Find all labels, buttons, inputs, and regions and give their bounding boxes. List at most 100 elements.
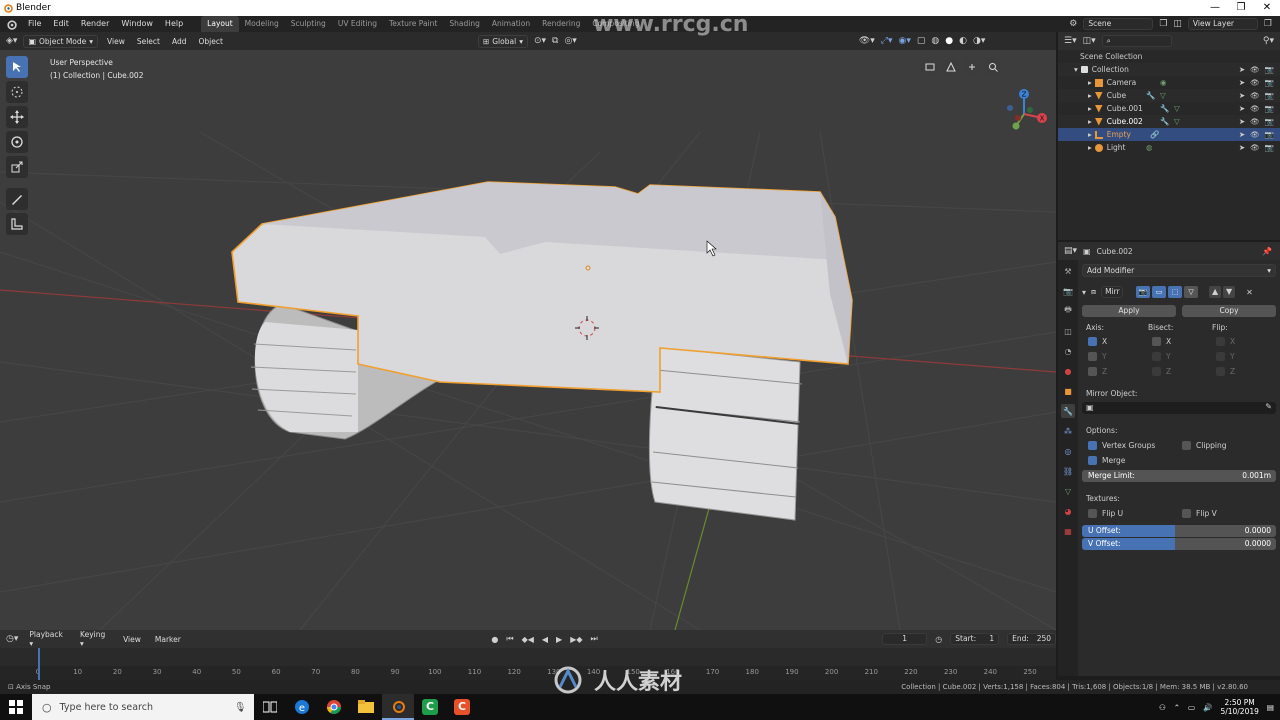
render-toggle-icon[interactable]: 📷 [1265,130,1274,139]
mesh-data-icon[interactable]: ▽ [1174,117,1180,126]
shading-wireframe-icon[interactable]: ◍ [931,36,939,46]
outliner-item-empty[interactable]: ▸ Empty 🔗 ➤ 👁 📷 [1058,128,1280,141]
modifier-wrench-icon[interactable]: 🔧 [1146,91,1155,100]
pivot-icon[interactable]: ⊙▾ [534,36,546,46]
edge-browser-icon[interactable]: e [286,694,318,720]
new-scene-icon[interactable]: ❐ [1159,19,1167,29]
editor-type-icon[interactable]: ◈▾ [6,36,17,46]
axis-y-checkbox[interactable]: Y [1088,352,1107,361]
minimize-button[interactable]: — [1202,0,1228,16]
timeline-ruler[interactable]: 0102030405060708090100110120130140150160… [0,666,1056,680]
mirror-object-field[interactable]: ▣ ✎ [1082,402,1276,414]
volume-icon[interactable]: 🔊 [1203,703,1212,712]
start-frame-field[interactable]: Start: 1 [950,633,1000,645]
tab-shading[interactable]: Shading [443,16,485,32]
viewport-menu-add[interactable]: Add [169,37,190,46]
maximize-button[interactable]: ❐ [1228,0,1254,16]
modifier-name-field[interactable]: Mirr [1101,286,1124,298]
file-explorer-icon[interactable] [350,694,382,720]
flip-z-checkbox[interactable]: Z [1216,367,1235,376]
bisect-z-checkbox[interactable]: Z [1152,367,1171,376]
outliner-item-cube-002[interactable]: ▸ Cube.002 🔧 ▽ ➤ 👁 📷 [1058,115,1280,128]
chrome-browser-icon[interactable] [318,694,350,720]
material-props-icon[interactable]: ◕ [1061,504,1075,518]
modifier-wrench-icon[interactable]: 🔧 [1160,104,1169,113]
mesh-data-icon[interactable]: ▽ [1160,91,1166,100]
move-up-icon[interactable]: ▲ [1209,286,1222,298]
data-props-icon[interactable]: ▽ [1061,484,1075,498]
timeline-menu-playback[interactable]: Playback ▾ [26,630,69,648]
tab-rendering[interactable]: Rendering [536,16,586,32]
select-toggle-icon[interactable]: ➤ [1239,65,1245,74]
tab-uv-editing[interactable]: UV Editing [332,16,383,32]
gizmo-toggle-icon[interactable]: ⤢▾ [881,36,893,46]
end-frame-field[interactable]: End: 250 [1007,633,1057,645]
outliner-item-cube[interactable]: ▸ Cube 🔧 ▽ ➤ 👁 📷 [1058,89,1280,102]
menu-edit[interactable]: Edit [47,16,75,32]
collapse-arrow-icon[interactable]: ▾ [1082,288,1086,297]
zoom-view-icon[interactable] [984,58,1001,75]
scene-props-icon[interactable]: ◔ [1061,344,1075,358]
flip-x-checkbox[interactable]: X [1216,337,1235,346]
tab-layout[interactable]: Layout [201,16,239,32]
close-button[interactable]: ✕ [1254,0,1280,16]
bisect-y-checkbox[interactable]: Y [1152,352,1171,361]
object-mode-dropdown[interactable]: ▣ Object Mode ▾ [23,34,99,48]
camera-view-icon[interactable] [921,58,938,75]
play-icon[interactable]: ▶ [556,635,562,644]
copy-button[interactable]: Copy [1182,305,1276,317]
select-box-tool[interactable] [6,56,28,78]
timeline-menu-keying[interactable]: Keying ▾ [77,630,112,648]
camera-data-icon[interactable]: ◉ [1160,78,1167,87]
light-data-icon[interactable]: ◍ [1146,143,1153,152]
mesh-data-icon[interactable]: ▽ [1174,104,1180,113]
view-layer-selector[interactable]: View Layer [1187,18,1258,30]
blender-taskbar-icon[interactable] [382,694,414,720]
outliner-scene-collection[interactable]: Scene Collection [1058,50,1280,63]
axis-x-checkbox[interactable]: X [1088,337,1107,346]
perspective-toggle-icon[interactable] [942,58,959,75]
object-props-icon[interactable]: ■ [1061,384,1075,398]
preview-range-icon[interactable]: ◷ [935,635,942,644]
realtime-toggle-icon[interactable]: ▭ [1152,286,1167,298]
playhead[interactable] [38,648,40,680]
on-cage-toggle-icon[interactable]: ▽ [1184,286,1199,298]
render-toggle-icon[interactable]: 📷 [1136,286,1151,298]
select-toggle-icon[interactable]: ➤ [1239,91,1245,100]
axis-z-checkbox[interactable]: Z [1088,367,1107,376]
tab-sculpting[interactable]: Sculpting [285,16,332,32]
merge-checkbox[interactable]: Merge [1088,456,1125,465]
cursor-tool[interactable] [6,81,28,103]
view-layer-props-icon[interactable]: ◫ [1061,324,1075,338]
blender-menu-icon[interactable] [0,16,22,32]
timeline-menu-view[interactable]: View [120,635,144,644]
outliner-editor-icon[interactable]: ☰▾ [1064,36,1077,46]
physics-props-icon[interactable]: ◎ [1061,444,1075,458]
modifier-wrench-icon[interactable]: 🔧 [1160,117,1169,126]
menu-file[interactable]: File [22,16,47,32]
select-toggle-icon[interactable]: ➤ [1239,143,1245,152]
right-track[interactable] [648,346,803,521]
add-modifier-dropdown[interactable]: Add Modifier ▾ [1082,264,1276,277]
render-toggle-icon[interactable]: 📷 [1265,78,1274,87]
editmode-toggle-icon[interactable]: ⬚ [1168,286,1183,298]
flip-u-checkbox[interactable]: Flip U [1088,509,1123,518]
select-toggle-icon[interactable]: ➤ [1239,117,1245,126]
eye-icon[interactable]: 👁 [1250,65,1260,74]
tab-animation[interactable]: Animation [486,16,536,32]
shading-solid-icon[interactable]: ● [945,36,953,46]
eye-icon[interactable]: 👁 [1250,143,1260,152]
3d-viewport[interactable]: ◈▾ ▣ Object Mode ▾ View Select Add Object … [0,32,1056,630]
shading-rendered-icon[interactable]: ◑▾ [973,36,985,46]
move-tool[interactable] [6,106,28,128]
scene-selector[interactable]: Scene [1083,18,1154,30]
measure-tool[interactable] [6,213,28,235]
viewport-menu-view[interactable]: View [104,37,128,46]
eyedropper-icon[interactable]: ✎ [1265,402,1272,411]
apply-button[interactable]: Apply [1082,305,1176,317]
play-reverse-icon[interactable]: ◀ [542,635,548,644]
viewport-scene[interactable] [0,32,1056,630]
viewport-menu-select[interactable]: Select [134,37,163,46]
world-props-icon[interactable]: ● [1061,364,1075,378]
microphone-icon[interactable]: 🎙 [234,702,246,713]
